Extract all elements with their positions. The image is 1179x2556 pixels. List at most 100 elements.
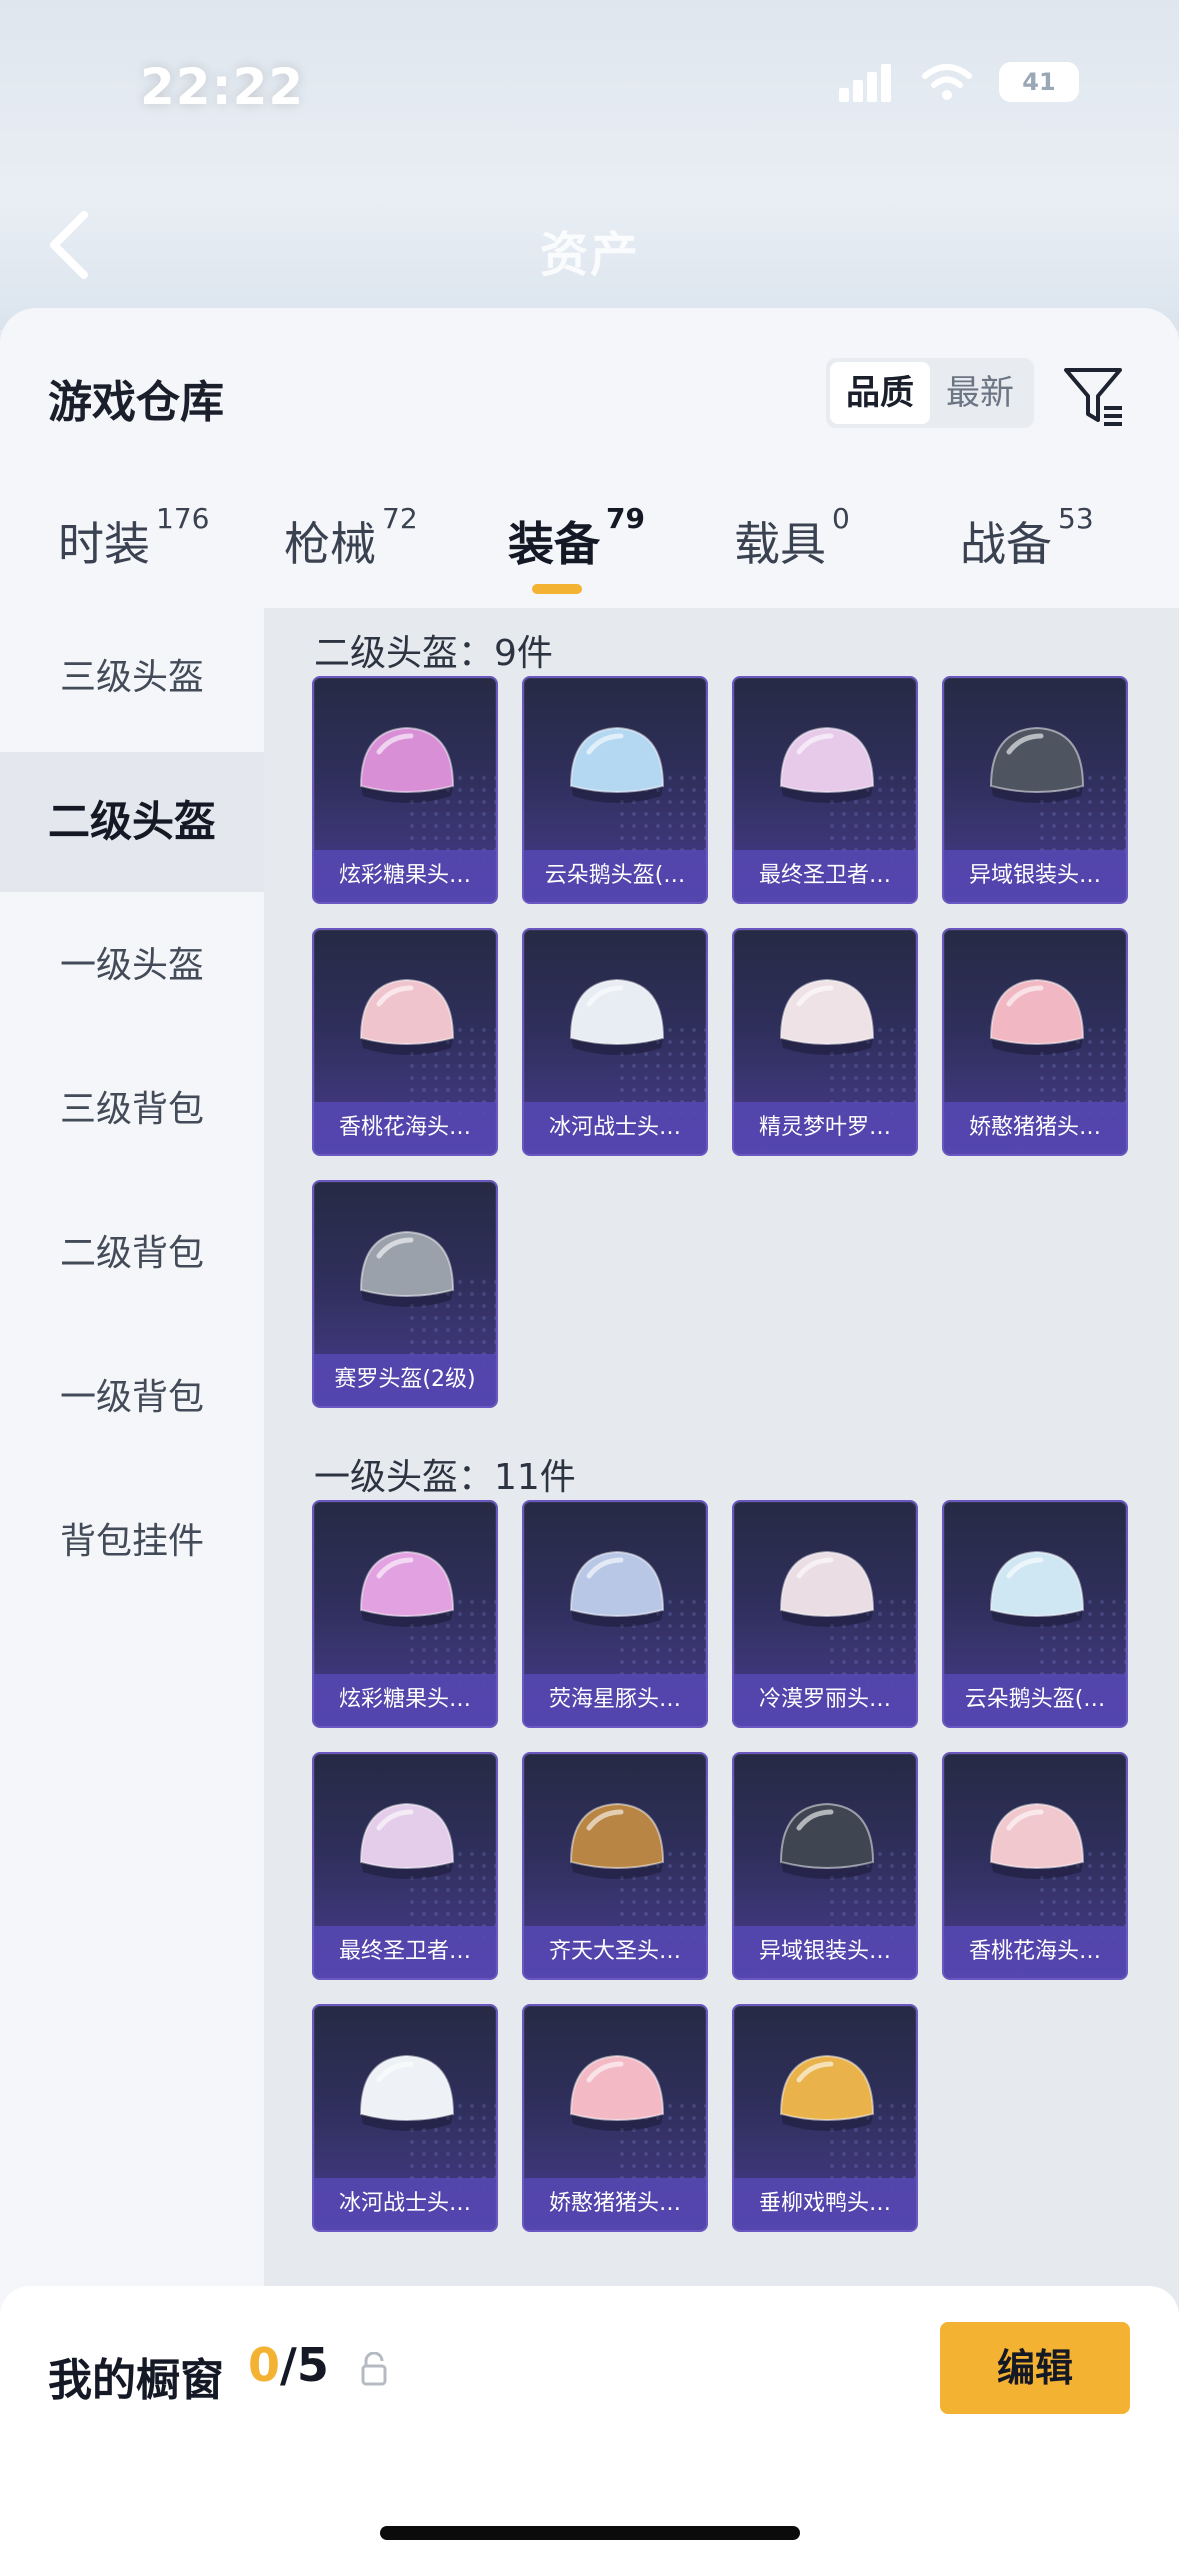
helmet-icon bbox=[359, 1550, 455, 1627]
item-name: 冰河战士头… bbox=[524, 1102, 706, 1154]
nav-title: 资产 bbox=[540, 227, 641, 283]
filter-icon[interactable] bbox=[1060, 362, 1126, 428]
item-name: 冰河战士头… bbox=[314, 2178, 496, 2230]
tab-vehicles[interactable]: 载具 0 bbox=[734, 502, 850, 574]
category-tabs: 时装 176 枪械 72 装备 79 载具 0 战备 53 bbox=[0, 502, 1179, 618]
tab-equipment[interactable]: 装备 79 bbox=[508, 502, 645, 574]
sort-toggle: 品质 最新 bbox=[826, 358, 1034, 428]
status-time: 22:22 bbox=[140, 58, 305, 116]
helmet-icon bbox=[779, 978, 875, 1055]
helmet-icon bbox=[779, 726, 875, 803]
item-tile[interactable]: 香桃花海头… bbox=[312, 928, 498, 1156]
helmet-icon bbox=[569, 726, 665, 803]
item-name: 娇憨猪猪头… bbox=[944, 1102, 1126, 1154]
item-tile[interactable]: 炫彩糖果头… bbox=[312, 676, 498, 904]
helmet-icon bbox=[779, 2054, 875, 2131]
helmet-icon bbox=[359, 1802, 455, 1879]
side-nav: 三级头盔 二级头盔 一级头盔 三级背包 二级背包 一级背包 背包挂件 bbox=[0, 608, 264, 2556]
helmet-icon bbox=[359, 2054, 455, 2131]
item-name: 赛罗头盔(2级) bbox=[314, 1354, 496, 1406]
item-tile[interactable]: 云朵鹅头盔(… bbox=[522, 676, 708, 904]
helmet-icon bbox=[779, 1550, 875, 1627]
item-name: 炫彩糖果头… bbox=[314, 850, 496, 902]
side-item-backpack-charm[interactable]: 背包挂件 bbox=[0, 1472, 264, 1612]
helmet-icon bbox=[359, 1230, 455, 1307]
helmet-icon bbox=[989, 1550, 1085, 1627]
background-header: 22:22 41 资产 bbox=[0, 0, 1179, 330]
sort-newest-button[interactable]: 最新 bbox=[930, 362, 1030, 424]
battery-icon: 41 bbox=[999, 62, 1079, 102]
helmet-icon bbox=[989, 726, 1085, 803]
tab-supplies[interactable]: 战备 53 bbox=[960, 502, 1094, 574]
item-tile[interactable]: 最终圣卫者… bbox=[312, 1752, 498, 1980]
item-name: 炫彩糖果头… bbox=[314, 1674, 496, 1726]
showcase-count: 0/5 bbox=[248, 2338, 329, 2392]
item-name: 异域银装头… bbox=[944, 850, 1126, 902]
tab-label: 装备 bbox=[508, 517, 600, 571]
item-tile[interactable]: 异域银装头… bbox=[732, 1752, 918, 1980]
item-name: 最终圣卫者… bbox=[734, 850, 916, 902]
helmet-icon bbox=[989, 978, 1085, 1055]
section-title-level2: 二级头盔：9件 bbox=[314, 633, 553, 674]
helmet-icon bbox=[569, 2054, 665, 2131]
item-tile[interactable]: 冷漠罗丽头… bbox=[732, 1500, 918, 1728]
tab-label: 载具 bbox=[734, 517, 826, 571]
active-tab-indicator bbox=[532, 584, 582, 594]
side-item-level2-backpack[interactable]: 二级背包 bbox=[0, 1184, 264, 1324]
item-tile[interactable]: 香桃花海头… bbox=[942, 1752, 1128, 1980]
item-tile[interactable]: 异域银装头… bbox=[942, 676, 1128, 904]
tab-label: 时装 bbox=[58, 517, 150, 571]
item-name: 云朵鹅头盔(… bbox=[944, 1674, 1126, 1726]
item-tile[interactable]: 齐天大圣头… bbox=[522, 1752, 708, 1980]
item-tile[interactable]: 娇憨猪猪头… bbox=[522, 2004, 708, 2232]
side-item-level2-helmet[interactable]: 二级头盔 bbox=[0, 752, 264, 892]
home-indicator bbox=[380, 2526, 800, 2540]
signal-icon bbox=[839, 62, 895, 102]
side-item-level3-backpack[interactable]: 三级背包 bbox=[0, 1040, 264, 1180]
back-arrow-icon[interactable] bbox=[40, 205, 100, 285]
tab-count: 79 bbox=[606, 502, 645, 535]
item-tile[interactable]: 荧海星豚头… bbox=[522, 1500, 708, 1728]
item-tile[interactable]: 最终圣卫者… bbox=[732, 676, 918, 904]
item-tile[interactable]: 云朵鹅头盔(… bbox=[942, 1500, 1128, 1728]
tab-label: 枪械 bbox=[284, 517, 376, 571]
tab-count: 53 bbox=[1058, 502, 1094, 535]
item-name: 齐天大圣头… bbox=[524, 1926, 706, 1978]
helmet-icon bbox=[569, 978, 665, 1055]
item-tile[interactable]: 赛罗头盔(2级) bbox=[312, 1180, 498, 1408]
helmet-icon bbox=[989, 1802, 1085, 1879]
edit-button[interactable]: 编辑 bbox=[940, 2322, 1130, 2414]
tab-count: 0 bbox=[832, 502, 850, 535]
showcase-current: 0 bbox=[248, 2338, 281, 2392]
my-showcase-label: 我的橱窗 bbox=[48, 2355, 224, 2406]
item-tile[interactable]: 冰河战士头… bbox=[522, 928, 708, 1156]
side-item-level1-backpack[interactable]: 一级背包 bbox=[0, 1328, 264, 1468]
side-item-level3-helmet[interactable]: 三级头盔 bbox=[0, 608, 264, 748]
status-icons: 41 bbox=[839, 62, 1079, 102]
bottom-bar: 我的橱窗 0/5 编辑 bbox=[0, 2286, 1179, 2556]
lock-icon bbox=[361, 2352, 387, 2386]
helmet-icon bbox=[569, 1802, 665, 1879]
item-name: 娇憨猪猪头… bbox=[524, 2178, 706, 2230]
item-name: 香桃花海头… bbox=[944, 1926, 1126, 1978]
sort-quality-button[interactable]: 品质 bbox=[830, 362, 930, 424]
item-name: 垂柳戏鸭头… bbox=[734, 2178, 916, 2230]
tab-guns[interactable]: 枪械 72 bbox=[284, 502, 418, 574]
tab-count: 72 bbox=[382, 502, 418, 535]
item-tile[interactable]: 娇憨猪猪头… bbox=[942, 928, 1128, 1156]
section-title-level1: 一级头盔：11件 bbox=[314, 1457, 576, 1498]
item-tile[interactable]: 炫彩糖果头… bbox=[312, 1500, 498, 1728]
item-tile[interactable]: 冰河战士头… bbox=[312, 2004, 498, 2232]
item-tile[interactable]: 精灵梦叶罗… bbox=[732, 928, 918, 1156]
helmet-icon bbox=[569, 1550, 665, 1627]
sheet-title: 游戏仓库 bbox=[48, 377, 224, 428]
tab-fashion[interactable]: 时装 176 bbox=[58, 502, 209, 574]
item-name: 香桃花海头… bbox=[314, 1102, 496, 1154]
item-name: 最终圣卫者… bbox=[314, 1926, 496, 1978]
tab-label: 战备 bbox=[960, 517, 1052, 571]
side-item-level1-helmet[interactable]: 一级头盔 bbox=[0, 896, 264, 1036]
wifi-icon bbox=[922, 64, 972, 100]
tab-count: 176 bbox=[156, 502, 210, 535]
item-name: 荧海星豚头… bbox=[524, 1674, 706, 1726]
item-tile[interactable]: 垂柳戏鸭头… bbox=[732, 2004, 918, 2232]
